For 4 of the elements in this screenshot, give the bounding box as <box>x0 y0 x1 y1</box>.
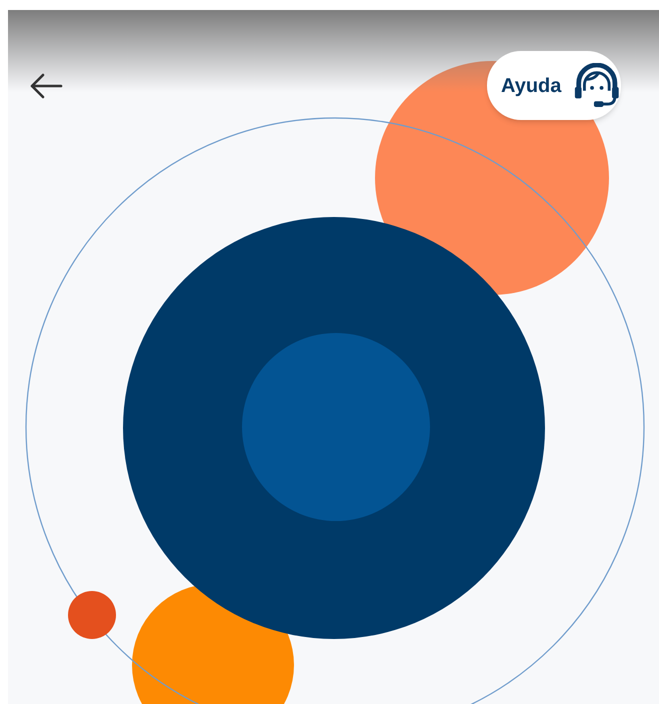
help-button[interactable]: Ayuda <box>487 51 621 120</box>
headset-icon <box>573 62 621 108</box>
back-arrow-icon[interactable] <box>29 73 63 99</box>
small-planet-dot <box>68 591 116 639</box>
